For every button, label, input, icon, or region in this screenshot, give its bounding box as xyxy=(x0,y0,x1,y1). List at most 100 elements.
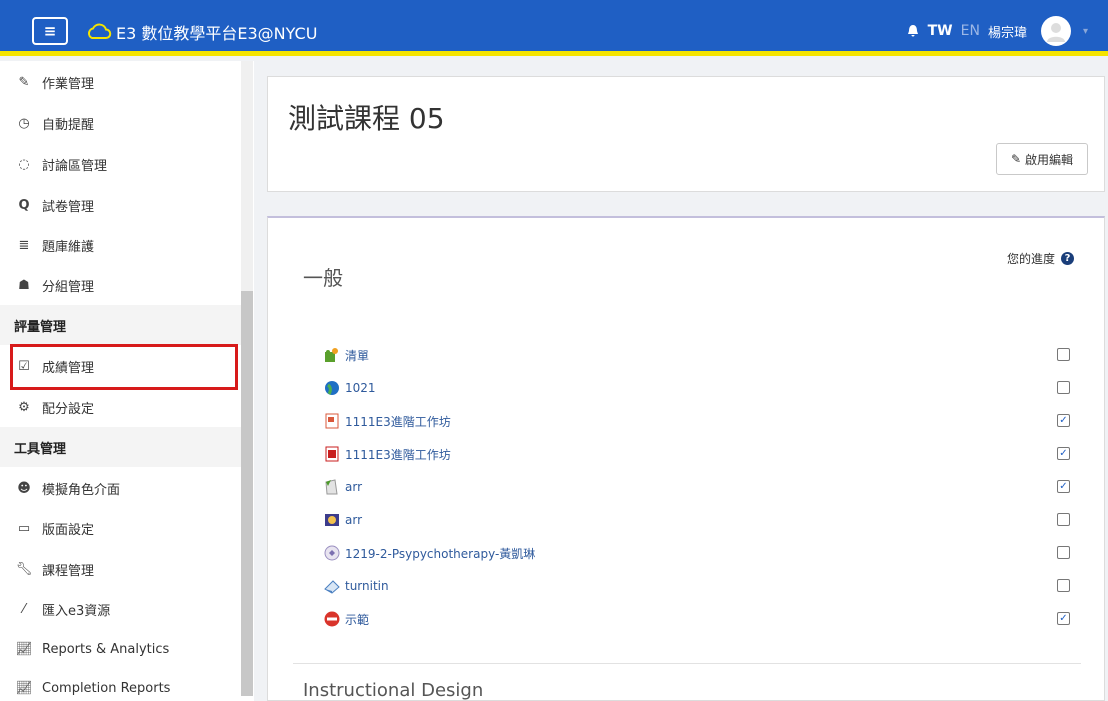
sidebar-item-assignments[interactable]: ✎ 作業管理 xyxy=(14,62,242,102)
sidebar-item-label: 討論區管理 xyxy=(42,158,108,174)
clock-icon: ◷ xyxy=(18,115,30,131)
sidebar-item-label: 作業管理 xyxy=(42,76,95,92)
sidebar-item-label: 版面設定 xyxy=(42,522,95,538)
sidebar-item-reports-analytics[interactable]: 📈︎ Reports & Analytics xyxy=(14,629,242,669)
activity-item[interactable]: 1021 xyxy=(323,375,1083,401)
sidebar: ✎ 作業管理 ◷ 自動提醒 ◌ 討論區管理 Q 試卷管理 ≣ 題庫維護 ☗ 分組… xyxy=(0,61,254,701)
sidebar-item-label: Completion Reports xyxy=(42,680,171,696)
reddit-icon: ☻ xyxy=(17,480,31,496)
activity-item[interactable]: 示範 ✓ xyxy=(323,606,1083,632)
completion-checkbox[interactable]: ✓ xyxy=(1057,612,1070,625)
sidebar-item-label: 模擬角色介面 xyxy=(42,482,121,498)
progress-header: 您的進度 ? xyxy=(1007,250,1074,267)
pdf-icon xyxy=(323,445,341,463)
site-brand[interactable]: E3 數位教學平台E3@NYCU xyxy=(86,20,317,44)
sidebar-item-question-bank[interactable]: ≣ 題庫維護 xyxy=(14,225,242,265)
checkbox-icon: ☑ xyxy=(18,358,30,374)
activity-name[interactable]: arr xyxy=(345,480,362,494)
section-divider xyxy=(293,663,1081,664)
user-name[interactable]: 楊宗瑋 xyxy=(988,22,1027,41)
edit-icon: ✎ xyxy=(1010,152,1022,166)
completion-checkbox[interactable]: ✓ xyxy=(1057,447,1070,460)
bell-icon[interactable] xyxy=(906,24,920,38)
sidebar-item-import[interactable]: ⁄ 匯入e3資源 xyxy=(14,589,242,629)
completion-checkbox[interactable]: ✓ xyxy=(1057,480,1070,493)
section-title: 一般 xyxy=(303,266,343,290)
sidebar-item-label: Reports & Analytics xyxy=(42,641,170,657)
quiz-icon: Q xyxy=(18,197,30,213)
magic-icon: ⁄ xyxy=(22,601,26,617)
completion-checkbox[interactable] xyxy=(1057,579,1070,592)
user-icon xyxy=(1046,23,1065,42)
lang-en-link[interactable]: EN xyxy=(961,23,980,39)
chevron-down-icon[interactable]: ▾ xyxy=(1083,26,1088,37)
record-icon xyxy=(323,610,341,628)
activity-name[interactable]: turnitin xyxy=(345,579,389,593)
hamburger-icon[interactable]: ≡ xyxy=(32,17,68,45)
scrollbar-track[interactable] xyxy=(241,61,253,291)
completion-checkbox[interactable] xyxy=(1057,381,1070,394)
activity-item[interactable]: 清單 xyxy=(323,342,1083,368)
sidebar-item-label: 課程管理 xyxy=(42,563,95,579)
edit-icon: ✎ xyxy=(18,74,30,90)
help-icon[interactable]: ? xyxy=(1061,252,1074,265)
page-title: 測試課程 05 xyxy=(288,102,445,135)
cloud-logo-icon xyxy=(87,23,112,39)
sidebar-item-grade-settings[interactable]: ⚙ 配分設定 xyxy=(14,387,242,427)
wrench-icon: 🔧︎ xyxy=(15,561,33,577)
completion-checkbox[interactable]: ✓ xyxy=(1057,414,1070,427)
database-icon: ≣ xyxy=(18,237,30,253)
top-navbar: ≡ E3 數位教學平台E3@NYCU TW EN 楊宗瑋 ▾ xyxy=(0,0,1108,56)
section-title: Instructional Design xyxy=(303,680,484,701)
sidebar-item-role-switch[interactable]: ☻ 模擬角色介面 xyxy=(14,468,242,508)
sidebar-item-label: 配分設定 xyxy=(42,401,95,417)
puzzle-icon xyxy=(323,346,341,364)
sidebar-item-label: 匯入e3資源 xyxy=(42,603,111,619)
scrollbar-thumb[interactable] xyxy=(241,291,253,696)
activity-item[interactable]: turnitin xyxy=(323,573,1083,599)
chart-icon: 📈︎ xyxy=(15,641,33,657)
header-right: TW EN 楊宗瑋 ▾ xyxy=(906,16,1088,46)
activity-name[interactable]: 示範 xyxy=(345,611,369,628)
activity-name[interactable]: 1021 xyxy=(345,381,376,395)
activity-item[interactable]: arr xyxy=(323,507,1083,533)
sidebar-item-groups[interactable]: ☗ 分組管理 xyxy=(14,265,242,305)
activity-item[interactable]: 1111E3進階工作坊 ✓ xyxy=(323,408,1083,434)
activity-name[interactable]: 1111E3進階工作坊 xyxy=(345,413,451,430)
comment-icon: ◌ xyxy=(18,156,30,172)
sidebar-item-label: 自動提醒 xyxy=(42,117,95,133)
sidebar-item-label: 試卷管理 xyxy=(42,199,95,215)
chart-icon: 📈︎ xyxy=(15,680,33,696)
activity-name[interactable]: 清單 xyxy=(345,347,369,364)
enable-editing-button[interactable]: ✎ 啟用編輯 xyxy=(996,143,1088,175)
avatar[interactable] xyxy=(1040,16,1071,46)
lang-tw-link[interactable]: TW xyxy=(928,23,953,39)
activity-name[interactable]: 1219-2-Psypychotherapy-黃凱琳 xyxy=(345,545,535,562)
progress-label: 您的進度 xyxy=(1006,252,1055,266)
file-icon xyxy=(323,478,341,496)
course-content-card: 您的進度 ? 一般 清單 1021 1111E3進階工作坊 ✓ 1111E3進階… xyxy=(267,216,1105,701)
users-icon: ☗ xyxy=(18,277,30,293)
sidebar-item-quizzes[interactable]: Q 試卷管理 xyxy=(14,185,242,225)
sidebar-item-completion-reports[interactable]: 📈︎ Completion Reports xyxy=(14,668,242,701)
globe-icon xyxy=(323,379,341,397)
activity-name[interactable]: 1111E3進階工作坊 xyxy=(345,446,451,463)
activity-item[interactable]: 1219-2-Psypychotherapy-黃凱琳 xyxy=(323,540,1083,566)
sidebar-item-forums[interactable]: ◌ 討論區管理 xyxy=(14,144,242,184)
completion-checkbox[interactable] xyxy=(1057,513,1070,526)
enable-editing-label: 啟用編輯 xyxy=(1025,152,1074,167)
powerpoint-icon xyxy=(323,412,341,430)
activity-item[interactable]: 1111E3進階工作坊 ✓ xyxy=(323,441,1083,467)
completion-checkbox[interactable] xyxy=(1057,348,1070,361)
window-icon: ▭ xyxy=(17,520,31,536)
sidebar-item-grades[interactable]: ☑ 成績管理 xyxy=(14,346,242,386)
activity-name[interactable]: arr xyxy=(345,513,362,527)
completion-checkbox[interactable] xyxy=(1057,546,1070,559)
sidebar-item-layout[interactable]: ▭ 版面設定 xyxy=(14,508,242,548)
sidebar-item-reminders[interactable]: ◷ 自動提醒 xyxy=(14,103,242,143)
cogs-icon: ⚙ xyxy=(18,399,30,415)
sidebar-item-course-admin[interactable]: 🔧︎ 課程管理 xyxy=(14,549,242,589)
activity-item[interactable]: arr ✓ xyxy=(323,474,1083,500)
course-header-card: 測試課程 05 ✎ 啟用編輯 xyxy=(267,76,1105,192)
sidebar-item-label: 題庫維護 xyxy=(42,239,95,255)
